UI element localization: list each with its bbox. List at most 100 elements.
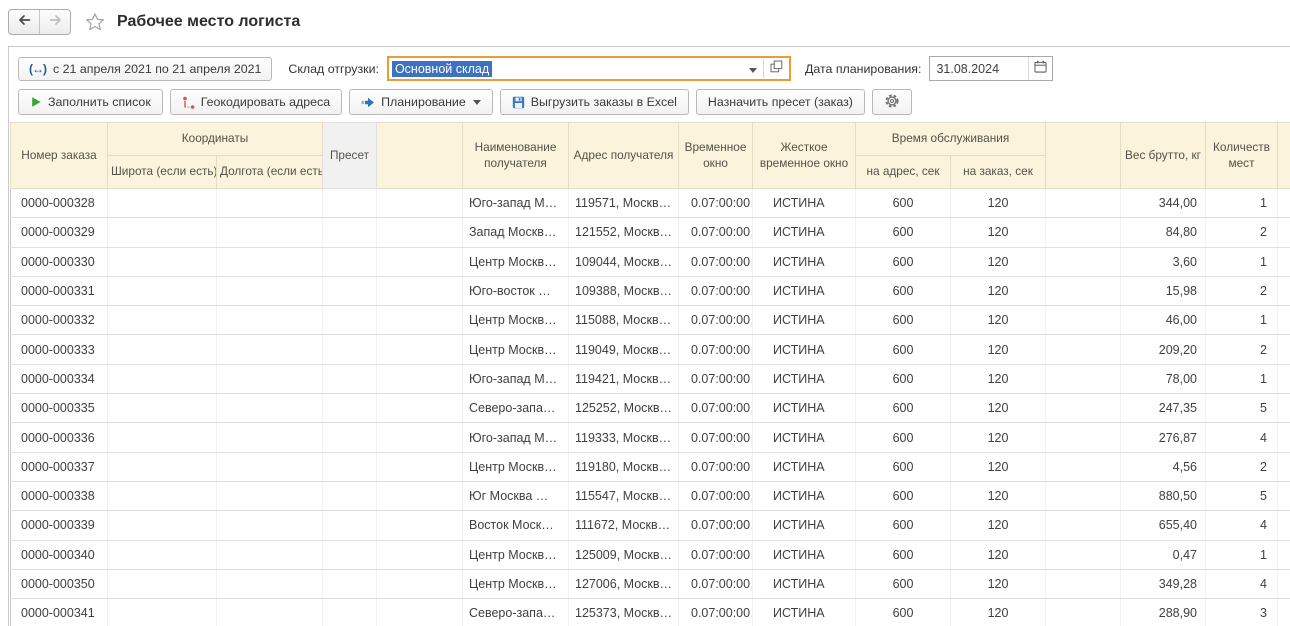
recipient-address-cell[interactable]: 119049, Москв… bbox=[569, 335, 679, 364]
recipient-address-cell[interactable]: 127006, Москв… bbox=[569, 569, 679, 598]
preset-cell[interactable] bbox=[323, 218, 377, 247]
recipient-name-cell[interactable]: Юго-запад М… bbox=[463, 189, 569, 218]
gross-weight-cell[interactable]: 3,60 bbox=[1121, 247, 1206, 276]
latitude-cell[interactable] bbox=[108, 481, 217, 510]
spacer-cell[interactable] bbox=[377, 335, 463, 364]
settings-button[interactable] bbox=[872, 89, 912, 115]
longitude-cell[interactable] bbox=[217, 452, 323, 481]
longitude-cell[interactable] bbox=[217, 306, 323, 335]
latitude-cell[interactable] bbox=[108, 599, 217, 626]
latitude-cell[interactable] bbox=[108, 218, 217, 247]
recipient-address-cell[interactable]: 119421, Москв… bbox=[569, 364, 679, 393]
service-per-address-cell[interactable]: 600 bbox=[856, 218, 951, 247]
order-number-cell[interactable]: 0000-000335 bbox=[11, 394, 108, 423]
service-per-address-cell[interactable]: 600 bbox=[856, 569, 951, 598]
hard-window-cell[interactable]: ИСТИНА bbox=[753, 423, 856, 452]
col-longitude[interactable]: Долгота (если есть) bbox=[217, 156, 323, 189]
recipient-name-cell[interactable]: Центр Москв… bbox=[463, 540, 569, 569]
table-row[interactable]: 0000-000335 Северо-запа… 125252, Москв… … bbox=[11, 394, 1290, 423]
col-places-count[interactable]: Количеств мест bbox=[1206, 123, 1278, 189]
preset-cell[interactable] bbox=[323, 276, 377, 305]
gross-weight-cell[interactable]: 84,80 bbox=[1121, 218, 1206, 247]
order-number-cell[interactable]: 0000-000328 bbox=[11, 189, 108, 218]
order-number-cell[interactable]: 0000-000336 bbox=[11, 423, 108, 452]
longitude-cell[interactable] bbox=[217, 218, 323, 247]
spacer-cell[interactable] bbox=[1046, 540, 1121, 569]
col-order-number[interactable]: Номер заказа bbox=[11, 123, 108, 189]
spacer-cell[interactable] bbox=[1046, 218, 1121, 247]
time-window-cell[interactable]: 0.07:00:00… bbox=[679, 452, 753, 481]
extra-cell[interactable] bbox=[1278, 218, 1290, 247]
spacer-cell[interactable] bbox=[1046, 335, 1121, 364]
time-window-cell[interactable]: 0.07:00:00… bbox=[679, 364, 753, 393]
col-gross-weight[interactable]: Вес брутто, кг bbox=[1121, 123, 1206, 189]
spacer-cell[interactable] bbox=[377, 218, 463, 247]
service-per-order-cell[interactable]: 120 bbox=[951, 599, 1046, 626]
col-recipient-address[interactable]: Адрес получателя bbox=[569, 123, 679, 189]
fill-list-button[interactable]: Заполнить список bbox=[18, 89, 163, 115]
col-hard-time-window[interactable]: Жесткое временное окно bbox=[753, 123, 856, 189]
latitude-cell[interactable] bbox=[108, 306, 217, 335]
longitude-cell[interactable] bbox=[217, 276, 323, 305]
favorite-star-icon[interactable] bbox=[84, 11, 106, 33]
service-per-order-cell[interactable]: 120 bbox=[951, 481, 1046, 510]
time-window-cell[interactable]: 0.07:00:00… bbox=[679, 247, 753, 276]
order-number-cell[interactable]: 0000-000341 bbox=[11, 599, 108, 626]
table-row[interactable]: 0000-000329 Запад Москв… 121552, Москв… … bbox=[11, 218, 1290, 247]
time-window-cell[interactable]: 0.07:00:00… bbox=[679, 335, 753, 364]
service-per-order-cell[interactable]: 120 bbox=[951, 540, 1046, 569]
extra-cell[interactable] bbox=[1278, 394, 1290, 423]
time-window-cell[interactable]: 0.07:00:00… bbox=[679, 394, 753, 423]
recipient-name-cell[interactable]: Центр Москв… bbox=[463, 335, 569, 364]
spacer-cell[interactable] bbox=[1046, 276, 1121, 305]
gross-weight-cell[interactable]: 0,47 bbox=[1121, 540, 1206, 569]
spacer-cell[interactable] bbox=[1046, 189, 1121, 218]
table-row[interactable]: 0000-000338 Юг Москва … 115547, Москв… 0… bbox=[11, 481, 1290, 510]
order-number-cell[interactable]: 0000-000334 bbox=[11, 364, 108, 393]
extra-cell[interactable] bbox=[1278, 276, 1290, 305]
service-per-order-cell[interactable]: 120 bbox=[951, 218, 1046, 247]
latitude-cell[interactable] bbox=[108, 247, 217, 276]
spacer-cell[interactable] bbox=[377, 599, 463, 626]
service-per-order-cell[interactable]: 120 bbox=[951, 511, 1046, 540]
hard-window-cell[interactable]: ИСТИНА bbox=[753, 511, 856, 540]
table-row[interactable]: 0000-000337 Центр Москв… 119180, Москв… … bbox=[11, 452, 1290, 481]
hard-window-cell[interactable]: ИСТИНА bbox=[753, 394, 856, 423]
time-window-cell[interactable]: 0.07:00:00… bbox=[679, 189, 753, 218]
time-window-cell[interactable]: 0.07:00:00… bbox=[679, 218, 753, 247]
recipient-name-cell[interactable]: Центр Москв… bbox=[463, 452, 569, 481]
places-count-cell[interactable]: 1 bbox=[1206, 247, 1278, 276]
spacer-cell[interactable] bbox=[377, 569, 463, 598]
col-service-per-address[interactable]: на адрес, сек bbox=[856, 156, 951, 189]
export-excel-button[interactable]: Выгрузить заказы в Excel bbox=[500, 89, 689, 115]
spacer-cell[interactable] bbox=[377, 423, 463, 452]
order-number-cell[interactable]: 0000-000339 bbox=[11, 511, 108, 540]
geocode-button[interactable]: Геокодировать адреса bbox=[170, 89, 342, 115]
order-number-cell[interactable]: 0000-000350 bbox=[11, 569, 108, 598]
col-service-time-group[interactable]: Время обслуживания bbox=[856, 123, 1046, 156]
extra-cell[interactable] bbox=[1278, 364, 1290, 393]
extra-cell[interactable] bbox=[1278, 511, 1290, 540]
table-row[interactable]: 0000-000341 Северо-запа… 125373, Москв… … bbox=[11, 599, 1290, 626]
table-row[interactable]: 0000-000330 Центр Москв… 109044, Москв… … bbox=[11, 247, 1290, 276]
service-per-order-cell[interactable]: 120 bbox=[951, 306, 1046, 335]
spacer-cell[interactable] bbox=[377, 481, 463, 510]
period-button[interactable]: (↔) с 21 апреля 2021 по 21 апреля 2021 bbox=[18, 57, 272, 81]
service-per-order-cell[interactable]: 120 bbox=[951, 276, 1046, 305]
service-per-order-cell[interactable]: 120 bbox=[951, 189, 1046, 218]
recipient-address-cell[interactable]: 119180, Москв… bbox=[569, 452, 679, 481]
hard-window-cell[interactable]: ИСТИНА bbox=[753, 306, 856, 335]
gross-weight-cell[interactable]: 78,00 bbox=[1121, 364, 1206, 393]
spacer-cell[interactable] bbox=[1046, 247, 1121, 276]
col-preset[interactable]: Пресет bbox=[323, 123, 377, 189]
gross-weight-cell[interactable]: 15,98 bbox=[1121, 276, 1206, 305]
col-recipient-name[interactable]: Наименование получателя bbox=[463, 123, 569, 189]
time-window-cell[interactable]: 0.07:00:00… bbox=[679, 481, 753, 510]
extra-cell[interactable] bbox=[1278, 452, 1290, 481]
latitude-cell[interactable] bbox=[108, 452, 217, 481]
longitude-cell[interactable] bbox=[217, 335, 323, 364]
service-per-address-cell[interactable]: 600 bbox=[856, 452, 951, 481]
calendar-button[interactable] bbox=[1028, 57, 1052, 80]
extra-cell[interactable] bbox=[1278, 540, 1290, 569]
planning-button[interactable]: Планирование bbox=[349, 89, 493, 115]
